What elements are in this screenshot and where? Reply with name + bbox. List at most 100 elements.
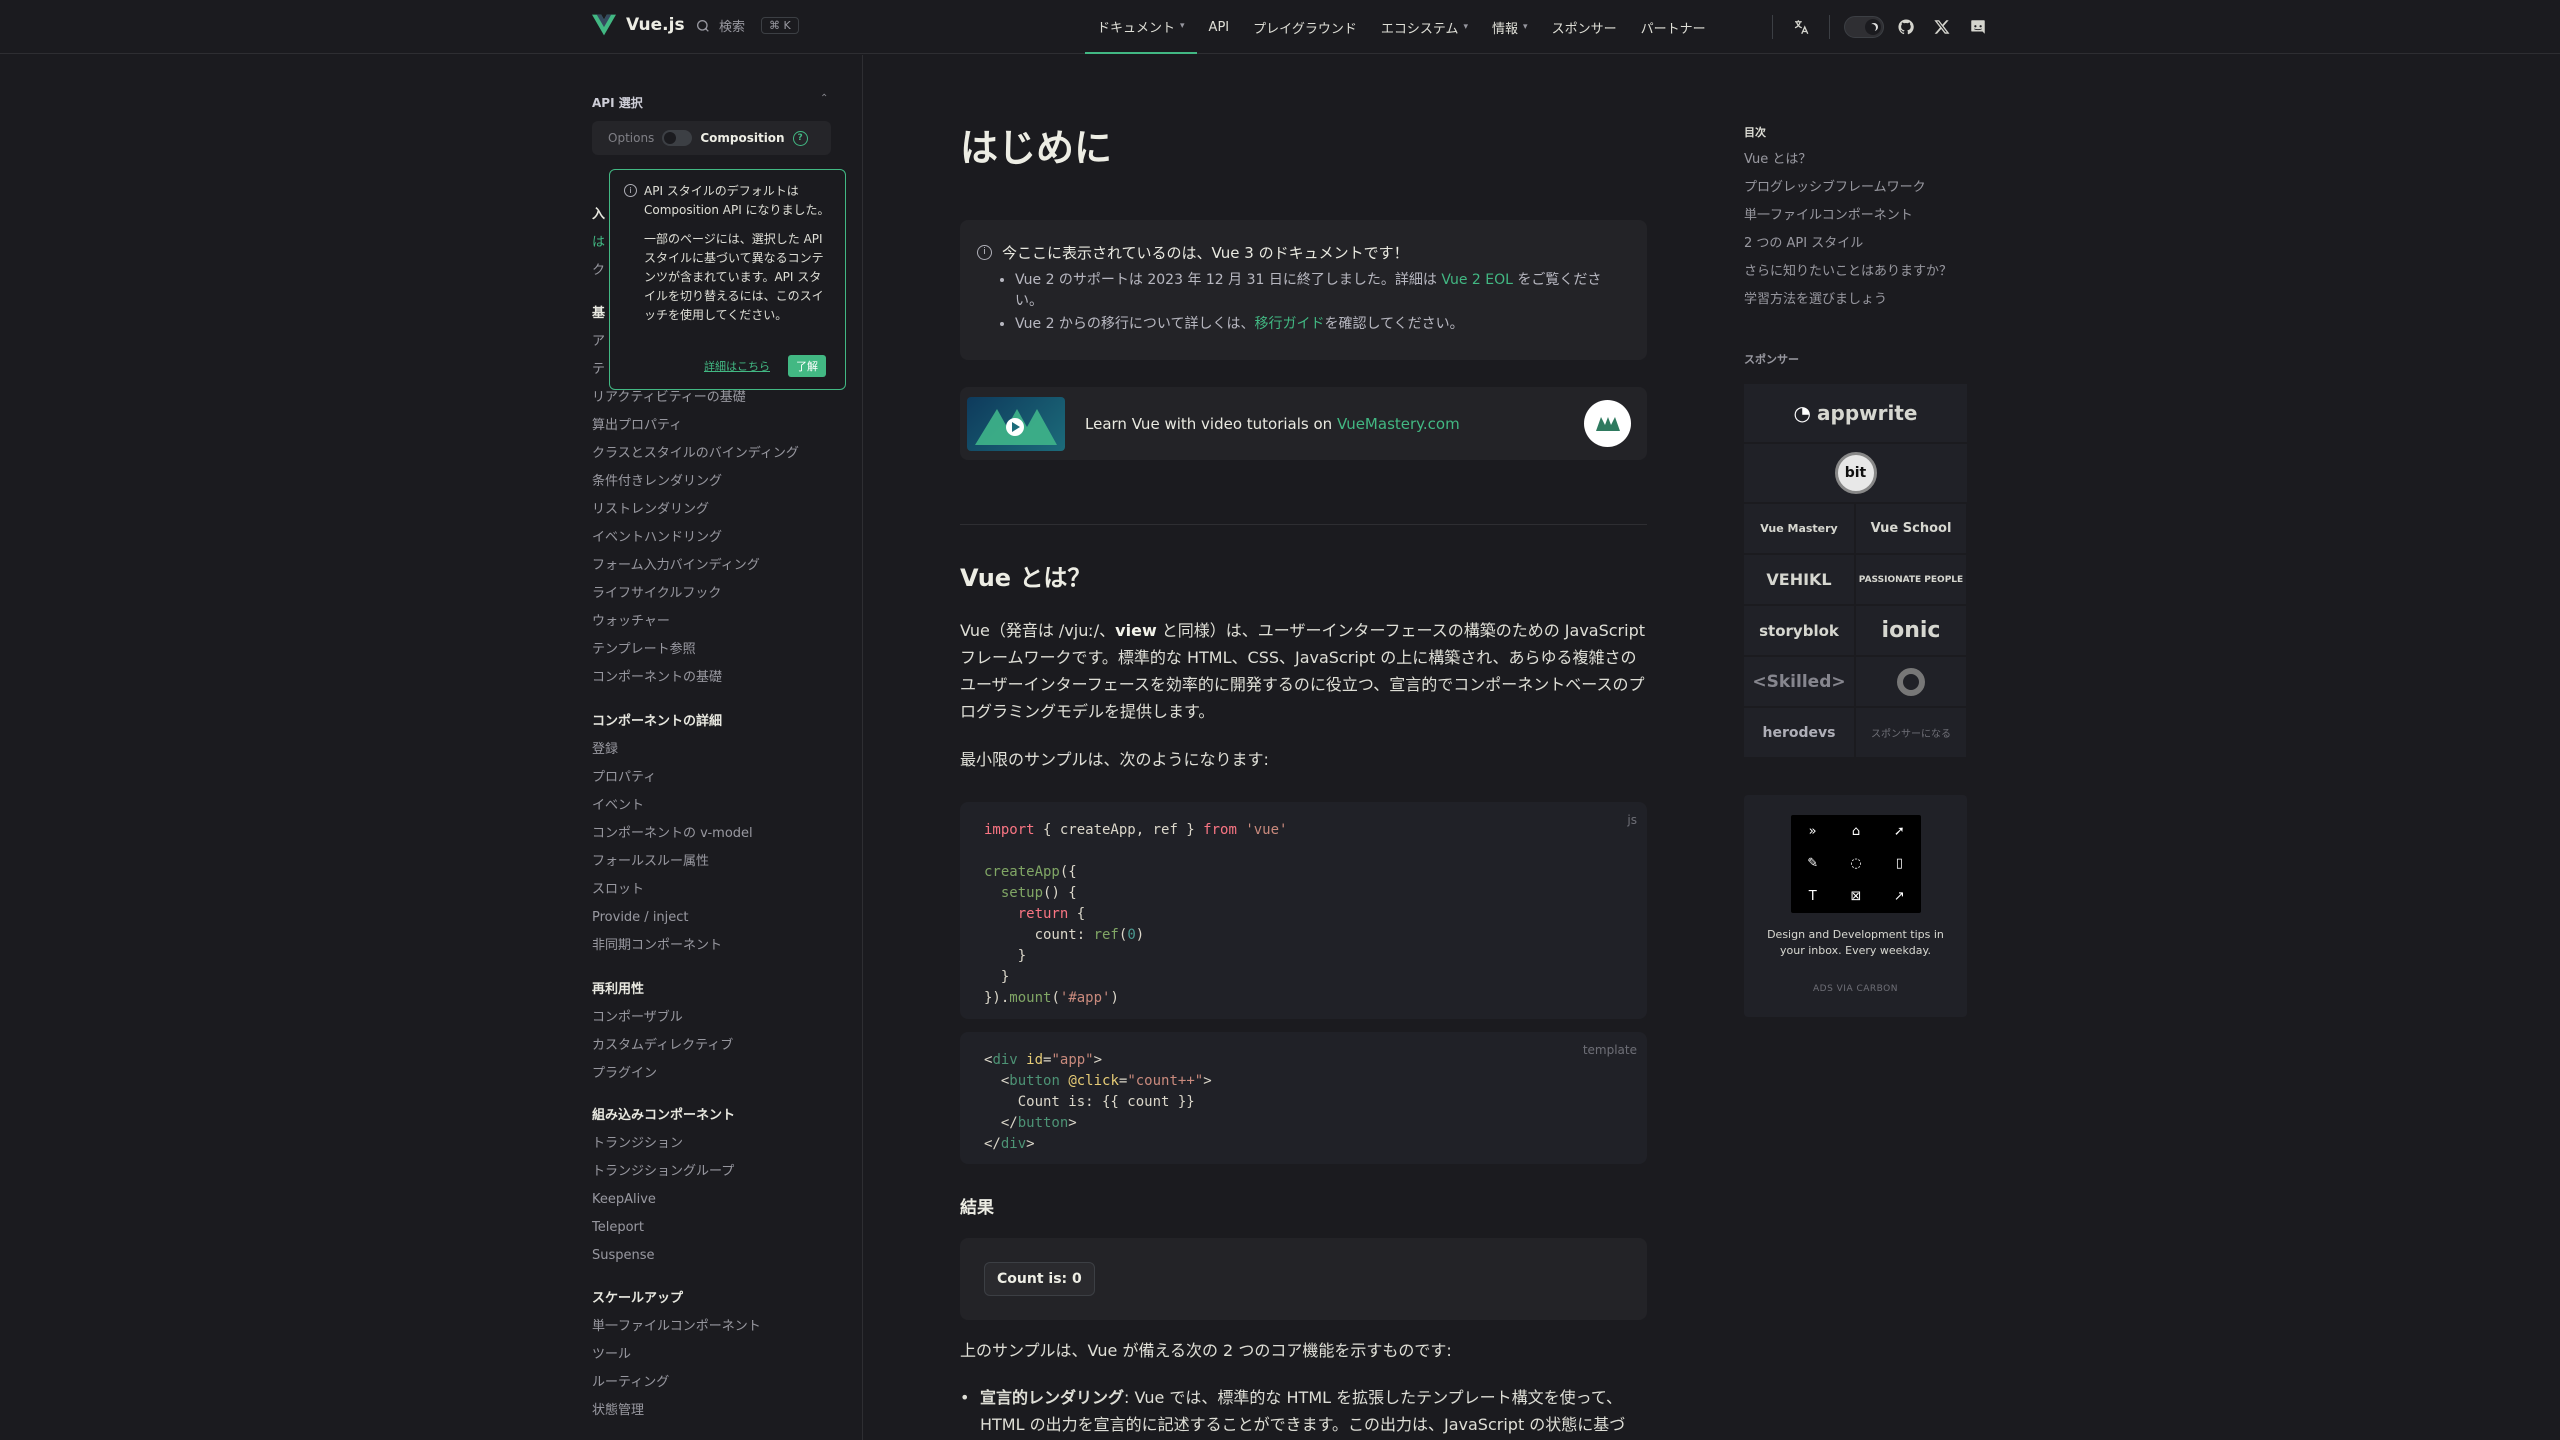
sponsor-appwrite[interactable]: ◔ appwrite — [1744, 384, 1967, 442]
nav-api[interactable]: API — [1197, 0, 1242, 54]
sponsor-herodevs[interactable]: herodevs — [1744, 708, 1854, 757]
api-preference-title: API 選択 — [592, 96, 643, 110]
sidebar-section-title: 再利用性 — [592, 982, 645, 997]
sidebar-item[interactable]: フォールスルー属性 — [592, 852, 842, 880]
sponsor-storyblok[interactable]: storyblok — [1744, 606, 1854, 655]
sidebar-item[interactable]: コンポーネントの基礎 — [592, 668, 842, 696]
x-twitter-icon[interactable] — [1924, 9, 1960, 45]
sidebar-item[interactable]: リアクティビティーの基礎 — [592, 388, 842, 416]
popup-ok-button[interactable]: 了解 — [788, 355, 826, 377]
list-item-title: 宣言的レンダリング — [980, 1388, 1125, 1407]
sponsor-vue-school[interactable]: Vue School — [1856, 504, 1966, 553]
sidebar-item[interactable]: 単一ファイルコンポーネント — [592, 1317, 842, 1345]
sidebar-item[interactable]: フォーム入力バインディング — [592, 556, 842, 584]
sidebar-section-title: スケールアップ — [592, 1291, 684, 1306]
section-heading-what-is-vue: Vue とは？ — [960, 564, 1092, 592]
sidebar-item[interactable]: 算出プロパティ — [592, 416, 842, 444]
carbon-ad-text: Design and Development tips in your inbo… — [1767, 928, 1944, 957]
nav-docs[interactable]: ドキュメント ▾ — [1085, 0, 1197, 54]
site-logo[interactable]: Vue.js — [592, 14, 685, 36]
vuemastery-link[interactable]: VueMastery.com — [1337, 415, 1460, 433]
sidebar-item[interactable]: テンプレート参照 — [592, 640, 842, 668]
file-icon: ▯ — [1895, 856, 1903, 872]
sidebar-item[interactable]: コンポーネントの v-model — [592, 824, 842, 852]
popup-learn-more-link[interactable]: 詳細はこちら — [704, 358, 770, 374]
sidebar-item[interactable]: 条件付きレンダリング — [592, 472, 842, 500]
vue2-eol-link[interactable]: Vue 2 EOL — [1441, 272, 1513, 288]
sidebar-item[interactable]: ルーティング — [592, 1373, 842, 1401]
vue-logo-icon — [592, 14, 616, 36]
chevron-down-icon: ▾ — [1463, 22, 1469, 32]
nav-ecosystem[interactable]: エコシステム ▾ — [1369, 0, 1480, 54]
migration-guide-link[interactable]: 移行ガイド — [1255, 316, 1325, 332]
lasso-icon: ◌ — [1850, 856, 1862, 872]
toc-item[interactable]: さらに知りたいことはありますか？ — [1744, 262, 1952, 290]
nav-ecosystem-label: エコシステム — [1380, 21, 1459, 37]
composition-api-label[interactable]: Composition — [700, 131, 784, 145]
toc-item[interactable]: 学習方法を選びましょう — [1744, 290, 1952, 318]
nav-about[interactable]: 情報 ▾ — [1480, 0, 1540, 54]
sponsor-skilled[interactable]: <Skilled> — [1744, 657, 1854, 706]
github-icon[interactable] — [1888, 9, 1924, 45]
sidebar-item[interactable]: ウォッチャー — [592, 612, 842, 640]
sponsor-name: Vue School — [1870, 521, 1952, 536]
become-sponsor-button[interactable]: スポンサーになる — [1856, 708, 1966, 757]
toc-item[interactable]: 単一ファイルコンポーネント — [1744, 206, 1952, 234]
sidebar-item[interactable]: リストレンダリング — [592, 500, 842, 528]
dark-mode-toggle[interactable] — [1844, 16, 1884, 38]
chevron-down-icon: ▾ — [1523, 22, 1528, 32]
sidebar-item[interactable]: 登録 — [592, 740, 842, 768]
sidebar-item[interactable]: イベント — [592, 796, 842, 824]
intro-text: Vue（発音は /vjuː/、 — [960, 621, 1116, 640]
sponsor-ionic[interactable]: ionic — [1856, 606, 1966, 655]
sidebar-item[interactable]: ツール — [592, 1345, 842, 1373]
carbon-ad[interactable]: » ⌂ ➚ ✎ ◌ ▯ T ⊠ ↗ Design and Development… — [1744, 795, 1967, 1017]
banner-text: Learn Vue with video tutorials on VueMas… — [1085, 415, 1460, 433]
page-title: はじめに — [960, 126, 1113, 170]
options-api-label[interactable]: Options — [608, 131, 654, 145]
sponsor-passionate-people[interactable]: PASSIONATE PEOPLE — [1856, 555, 1966, 604]
sample-intro-paragraph: 最小限のサンプルは、次のようになります: — [960, 750, 1269, 769]
sidebar-item[interactable]: カスタムディレクティブ — [592, 1036, 842, 1064]
sidebar-item[interactable]: スロット — [592, 880, 842, 908]
sidebar-item[interactable]: 非同期コンポーネント — [592, 936, 842, 964]
nav-playground[interactable]: プレイグラウンド — [1241, 0, 1369, 54]
toc-item[interactable]: Vue とは？ — [1744, 150, 1952, 178]
nav-partners[interactable]: パートナー — [1629, 0, 1718, 54]
sidebar-item[interactable]: プロパティ — [592, 768, 842, 796]
vuemastery-banner[interactable]: Learn Vue with video tutorials on VueMas… — [960, 387, 1647, 460]
toc-item[interactable]: 2 つの API スタイル — [1744, 234, 1952, 262]
home-icon: ⌂ — [1851, 823, 1861, 839]
sidebar-item[interactable]: KeepAlive — [592, 1190, 842, 1218]
sidebar-item[interactable]: コンポーザブル — [592, 1008, 842, 1036]
intro-emphasis: view — [1115, 621, 1157, 640]
sponsor-vehikl[interactable]: VEHIKL — [1744, 555, 1854, 604]
translate-icon[interactable] — [1783, 9, 1819, 45]
text-icon: T — [1808, 889, 1817, 905]
sidebar-item[interactable]: 状態管理 — [592, 1401, 842, 1429]
chevron-down-icon: ▾ — [1180, 21, 1185, 31]
sidebar-item[interactable]: Suspense — [592, 1246, 842, 1274]
sponsor-name: <Skilled> — [1752, 671, 1846, 692]
help-icon[interactable]: ? — [792, 130, 808, 146]
sidebar-item[interactable]: トランジショングループ — [592, 1162, 842, 1190]
nav-sponsor[interactable]: スポンサー — [1540, 0, 1629, 54]
sidebar-item[interactable]: Provide / inject — [592, 908, 842, 936]
sidebar-item[interactable]: イベントハンドリング — [592, 528, 842, 556]
sidebar-item[interactable]: トランジション — [592, 1134, 842, 1162]
search-button[interactable]: 検索 ⌘ K — [695, 16, 799, 35]
discord-icon[interactable] — [1960, 9, 1996, 45]
sidebar-item[interactable]: ライフサイクルフック — [592, 584, 842, 612]
toc-item[interactable]: プログレッシブフレームワーク — [1744, 178, 1952, 206]
sponsor-vue-mastery[interactable]: Vue Mastery — [1744, 504, 1854, 553]
sidebar-item[interactable]: クラスとスタイルのバインディング — [592, 444, 842, 472]
sponsor-chrome-logo[interactable] — [1856, 657, 1966, 706]
top-navbar: Vue.js 検索 ⌘ K ドキュメント ▾ API プレイグラウンド エコシステ… — [0, 0, 2560, 54]
toc-title: 目次 — [1744, 126, 1766, 139]
sponsor-bit[interactable]: bit — [1744, 444, 1967, 502]
sidebar-item[interactable]: プラグイン — [592, 1064, 842, 1092]
sidebar-item[interactable]: Teleport — [592, 1218, 842, 1246]
chevron-up-icon[interactable]: ⌃ — [820, 93, 828, 104]
api-toggle-switch[interactable] — [662, 130, 693, 146]
count-button[interactable]: Count is: 0 — [984, 1262, 1095, 1296]
